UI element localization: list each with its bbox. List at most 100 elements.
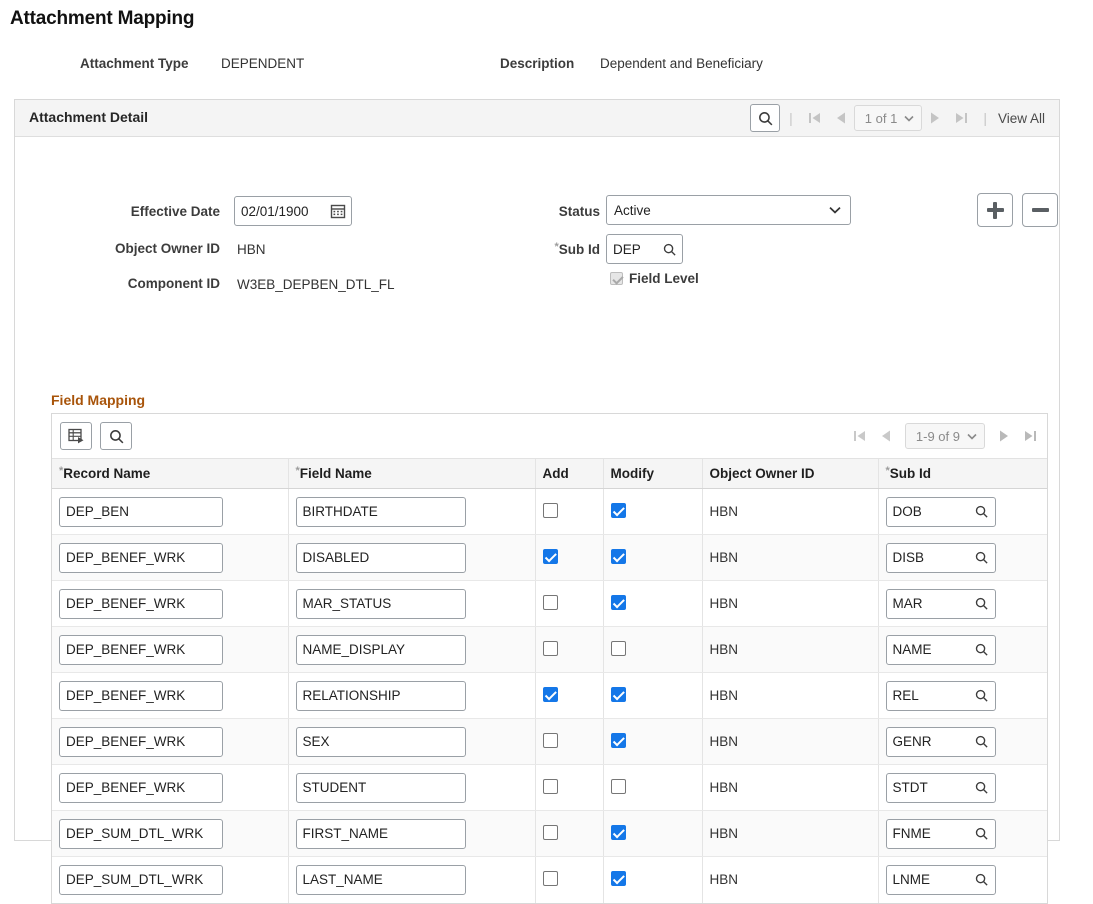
field-name-input[interactable]: STUDENT — [296, 773, 466, 803]
grid-first-button[interactable] — [847, 423, 873, 449]
table-row: DEP_BEN BIRTHDATE HBN DOB — [52, 489, 1047, 535]
add-checkbox[interactable] — [543, 549, 558, 564]
add-checkbox[interactable] — [543, 687, 558, 702]
lookup-search-icon[interactable] — [656, 242, 682, 257]
field-name-input[interactable]: DISABLED — [296, 543, 466, 573]
view-all-link[interactable]: View All — [996, 111, 1049, 126]
record-name-input[interactable]: DEP_BENEF_WRK — [59, 543, 223, 573]
effective-date-value: 02/01/1900 — [241, 204, 325, 219]
lookup-search-icon[interactable] — [969, 504, 995, 519]
modify-checkbox[interactable] — [611, 549, 626, 564]
field-name-input[interactable]: RELATIONSHIP — [296, 681, 466, 711]
modify-checkbox[interactable] — [611, 871, 626, 886]
add-checkbox[interactable] — [543, 641, 558, 656]
record-name-input[interactable]: DEP_BENEF_WRK — [59, 635, 223, 665]
record-name-input[interactable]: DEP_BENEF_WRK — [59, 773, 223, 803]
personalize-grid-button[interactable] — [60, 422, 92, 450]
cell-sub-id: NAME — [878, 627, 1047, 673]
field-name-input[interactable]: SEX — [296, 727, 466, 757]
record-name-input[interactable]: DEP_SUM_DTL_WRK — [59, 865, 223, 895]
cell-add — [535, 581, 603, 627]
sub-id-input[interactable]: NAME — [886, 635, 996, 665]
lookup-search-icon[interactable] — [969, 550, 995, 565]
cell-modify — [603, 627, 702, 673]
field-name-input[interactable]: NAME_DISPLAY — [296, 635, 466, 665]
modify-checkbox[interactable] — [611, 687, 626, 702]
add-checkbox[interactable] — [543, 503, 558, 518]
top-field-row: Attachment Type DEPENDENT Description De… — [0, 44, 1093, 84]
lookup-search-icon[interactable] — [969, 642, 995, 657]
field-name-input[interactable]: BIRTHDATE — [296, 497, 466, 527]
record-name-input[interactable]: DEP_BEN — [59, 497, 223, 527]
grid-range-selector[interactable]: 1-9 of 9 — [905, 423, 985, 449]
record-name-input[interactable]: DEP_SUM_DTL_WRK — [59, 819, 223, 849]
sub-id-input[interactable]: GENR — [886, 727, 996, 757]
cell-add — [535, 535, 603, 581]
calendar-icon[interactable] — [325, 203, 351, 219]
lookup-search-icon[interactable] — [969, 734, 995, 749]
first-page-icon — [852, 428, 868, 444]
find-in-grid-button[interactable] — [100, 422, 132, 450]
grid-next-button[interactable] — [991, 423, 1017, 449]
lookup-search-icon[interactable] — [969, 596, 995, 611]
lookup-search-icon[interactable] — [969, 872, 995, 887]
modify-checkbox[interactable] — [611, 641, 626, 656]
last-page-icon — [953, 110, 969, 126]
field-level-checkbox-group: Field Level — [610, 271, 699, 286]
object-owner-id-value: HBN — [710, 504, 739, 519]
cell-add — [535, 489, 603, 535]
add-checkbox[interactable] — [543, 779, 558, 794]
table-body: DEP_BEN BIRTHDATE HBN DOB DEP_BENEF_WRK DISAB… — [52, 489, 1047, 903]
status-select[interactable]: Active — [606, 195, 851, 225]
grid-last-button[interactable] — [1017, 423, 1043, 449]
column-header-field-name[interactable]: *Field Name — [288, 459, 535, 489]
delete-row-button[interactable] — [1022, 193, 1058, 227]
detail-first-button[interactable] — [802, 105, 828, 131]
add-row-button[interactable] — [977, 193, 1013, 227]
add-checkbox[interactable] — [543, 825, 558, 840]
cell-sub-id: MAR — [878, 581, 1047, 627]
record-name-input[interactable]: DEP_BENEF_WRK — [59, 681, 223, 711]
sub-id-input[interactable]: MAR — [886, 589, 996, 619]
detail-previous-button[interactable] — [828, 105, 854, 131]
lookup-search-icon[interactable] — [969, 780, 995, 795]
modify-checkbox[interactable] — [611, 503, 626, 518]
detail-page-selector[interactable]: 1 of 1 — [854, 105, 923, 131]
cell-add — [535, 857, 603, 903]
column-header-record-name[interactable]: *Record Name — [52, 459, 288, 489]
table-row: DEP_BENEF_WRKNAME_DISPLAYHBNNAME — [52, 627, 1047, 673]
column-header-add[interactable]: Add — [535, 459, 603, 489]
sub-id-input[interactable]: FNME — [886, 819, 996, 849]
column-header-sub-id[interactable]: *Sub Id — [878, 459, 1047, 489]
lookup-search-icon[interactable] — [969, 688, 995, 703]
column-header-object-owner-id[interactable]: Object Owner ID — [702, 459, 878, 489]
sub-id-input[interactable]: STDT — [886, 773, 996, 803]
record-name-input[interactable]: DEP_BENEF_WRK — [59, 589, 223, 619]
modify-checkbox[interactable] — [611, 779, 626, 794]
column-header-modify[interactable]: Modify — [603, 459, 702, 489]
effective-date-input[interactable]: 02/01/1900 — [234, 196, 352, 226]
detail-search-button[interactable] — [750, 104, 780, 132]
modify-checkbox[interactable] — [611, 733, 626, 748]
detail-last-button[interactable] — [948, 105, 974, 131]
modify-checkbox[interactable] — [611, 825, 626, 840]
field-name-input[interactable]: MAR_STATUS — [296, 589, 466, 619]
sub-id-input[interactable]: DOB — [886, 497, 996, 527]
sub-id-value: FNME — [893, 826, 969, 841]
add-checkbox[interactable] — [543, 595, 558, 610]
add-checkbox[interactable] — [543, 733, 558, 748]
grid-previous-button[interactable] — [873, 423, 899, 449]
sub-id-input[interactable]: LNME — [886, 865, 996, 895]
sub-id-input[interactable]: REL — [886, 681, 996, 711]
record-name-input[interactable]: DEP_BENEF_WRK — [59, 727, 223, 757]
field-name-input[interactable]: FIRST_NAME — [296, 819, 466, 849]
sub-id-input[interactable]: DISB — [886, 543, 996, 573]
add-checkbox[interactable] — [543, 871, 558, 886]
detail-next-button[interactable] — [922, 105, 948, 131]
modify-checkbox[interactable] — [611, 595, 626, 610]
sub-id-value: GENR — [893, 734, 969, 749]
field-name-input[interactable]: LAST_NAME — [296, 865, 466, 895]
lookup-search-icon[interactable] — [969, 826, 995, 841]
minus-icon — [1032, 208, 1049, 212]
sub-id-input[interactable]: DEP — [606, 234, 683, 264]
